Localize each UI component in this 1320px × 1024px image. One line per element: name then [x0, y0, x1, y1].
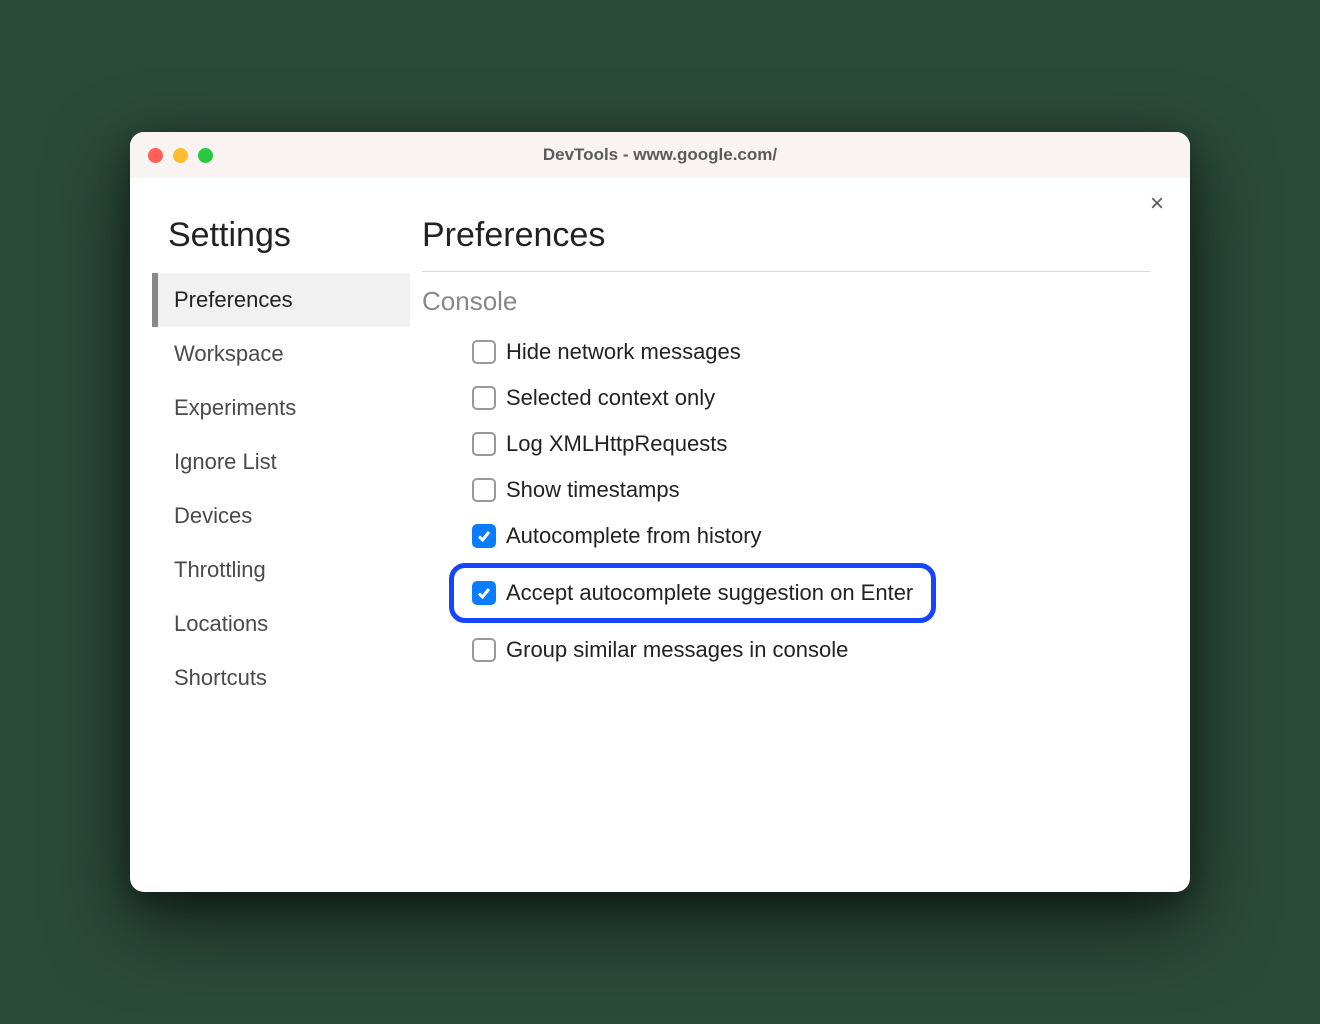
checkbox[interactable]: [472, 478, 496, 502]
divider: [422, 271, 1150, 272]
option-label: Autocomplete from history: [506, 523, 762, 549]
checkbox[interactable]: [472, 432, 496, 456]
option-log-xmlhttprequests[interactable]: Log XMLHttpRequests: [472, 431, 1150, 457]
content-area: × Settings PreferencesWorkspaceExperimen…: [130, 178, 1190, 892]
section-title: Console: [422, 286, 1150, 317]
window-title: DevTools - www.google.com/: [130, 145, 1190, 165]
devtools-settings-window: DevTools - www.google.com/ × Settings Pr…: [130, 132, 1190, 892]
sidebar-item-ignore-list[interactable]: Ignore List: [152, 435, 410, 489]
maximize-window-button[interactable]: [198, 148, 213, 163]
close-settings-button[interactable]: ×: [1150, 192, 1164, 216]
checkbox[interactable]: [472, 524, 496, 548]
option-label: Hide network messages: [506, 339, 741, 365]
settings-sidebar: Settings PreferencesWorkspaceExperiments…: [130, 198, 410, 892]
sidebar-item-throttling[interactable]: Throttling: [152, 543, 410, 597]
titlebar: DevTools - www.google.com/: [130, 132, 1190, 178]
checkbox[interactable]: [472, 638, 496, 662]
option-label: Accept autocomplete suggestion on Enter: [506, 580, 913, 606]
sidebar-item-shortcuts[interactable]: Shortcuts: [152, 651, 410, 705]
sidebar-item-locations[interactable]: Locations: [152, 597, 410, 651]
sidebar-item-preferences[interactable]: Preferences: [152, 273, 410, 327]
main-heading: Preferences: [422, 216, 1150, 255]
option-autocomplete-from-history[interactable]: Autocomplete from history: [472, 523, 1150, 549]
checkbox[interactable]: [472, 386, 496, 410]
close-window-button[interactable]: [148, 148, 163, 163]
sidebar-heading: Settings: [158, 216, 410, 255]
checkbox[interactable]: [472, 581, 496, 605]
sidebar-item-experiments[interactable]: Experiments: [152, 381, 410, 435]
sidebar-item-workspace[interactable]: Workspace: [152, 327, 410, 381]
option-hide-network-messages[interactable]: Hide network messages: [472, 339, 1150, 365]
option-label: Show timestamps: [506, 477, 680, 503]
minimize-window-button[interactable]: [173, 148, 188, 163]
option-accept-autocomplete-suggestion-on-enter[interactable]: Accept autocomplete suggestion on Enter: [449, 563, 936, 623]
option-label: Group similar messages in console: [506, 637, 848, 663]
sidebar-item-devices[interactable]: Devices: [152, 489, 410, 543]
option-label: Log XMLHttpRequests: [506, 431, 727, 457]
traffic-lights: [148, 148, 213, 163]
option-selected-context-only[interactable]: Selected context only: [472, 385, 1150, 411]
option-label: Selected context only: [506, 385, 715, 411]
option-show-timestamps[interactable]: Show timestamps: [472, 477, 1150, 503]
settings-main-panel: Preferences Console Hide network message…: [410, 198, 1190, 892]
option-group-similar-messages-in-console[interactable]: Group similar messages in console: [472, 637, 1150, 663]
checkbox[interactable]: [472, 340, 496, 364]
